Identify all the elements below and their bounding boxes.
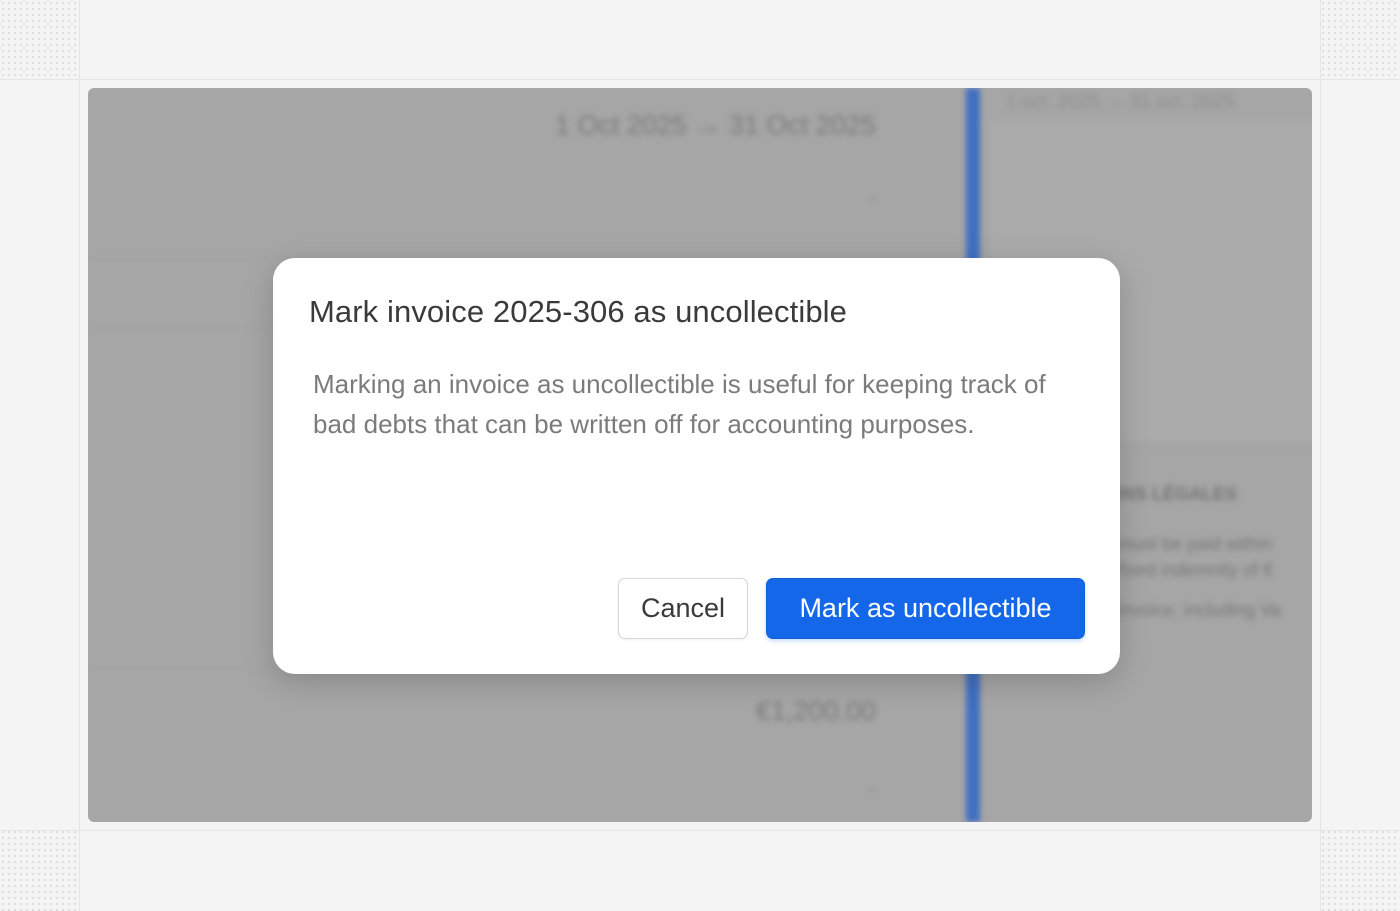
frame-divider [0,830,1400,831]
preview-period: 1 oct. 2025 → 31 oct. 2025 [1006,92,1235,113]
legal-mentions-heading: ONS LÉGALES [1108,484,1238,504]
frame-divider [1320,0,1321,911]
placeholder-dash: - [870,778,876,798]
invoice-amount: €1,200.00 [755,696,876,726]
dialog-description: Marking an invoice as uncollectible is u… [313,369,1046,439]
page: 1 Oct 2025 → 31 Oct 2025 - €1,200.00 - 1… [0,0,1400,911]
uncollectible-dialog: Mark invoice 2025-306 as uncollectible M… [273,258,1120,674]
mark-as-uncollectible-button[interactable]: Mark as uncollectible [766,578,1085,639]
dialog-title: Mark invoice 2025-306 as uncollectible [309,294,847,329]
cancel-button[interactable]: Cancel [618,578,748,639]
frame-divider [79,0,80,911]
decorative-dots [1320,0,1400,80]
frame-divider [0,79,1400,80]
placeholder-dash: - [870,188,876,208]
decorative-dots [0,0,80,80]
decorative-dots [0,829,80,911]
decorative-dots [1320,829,1400,911]
invoice-period: 1 Oct 2025 → 31 Oct 2025 [554,110,876,140]
legal-text-line: must be paid within [1118,534,1273,554]
legal-text-line: invoice, including Va [1118,600,1281,620]
legal-text-line: fixed indemnity of € [1118,560,1274,580]
